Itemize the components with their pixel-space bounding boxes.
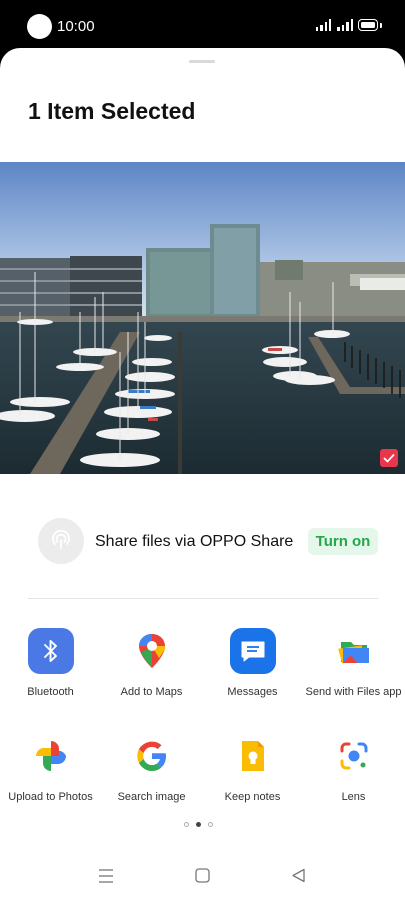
home-icon[interactable]: [195, 868, 210, 888]
oppo-share-icon: [38, 518, 84, 564]
battery-icon: [358, 19, 378, 31]
messages-icon: [229, 628, 276, 674]
signal-strength-icon: [337, 19, 353, 31]
page-dot-active[interactable]: [196, 822, 201, 827]
page-dot[interactable]: [208, 822, 213, 827]
oppo-share-row: Share files via OPPO Share Turn on: [0, 518, 405, 566]
turn-on-button[interactable]: Turn on: [308, 528, 378, 555]
lens-icon: [331, 733, 377, 779]
app-bluetooth[interactable]: Bluetooth: [0, 628, 101, 700]
navigation-bar: [0, 860, 405, 900]
app-send-with-files[interactable]: Send with Files app: [303, 628, 404, 700]
app-messages[interactable]: Messages: [202, 628, 303, 700]
app-upload-to-photos[interactable]: Upload to Photos: [0, 733, 101, 805]
page-indicator: [184, 822, 213, 827]
menu-icon[interactable]: [98, 868, 114, 889]
status-time: 10:00: [57, 18, 95, 35]
share-sheet: 1 Item Selected Share files via OPPO Sha…: [0, 48, 405, 902]
maps-icon: [129, 628, 175, 674]
drag-handle[interactable]: [189, 60, 215, 63]
selected-check-icon[interactable]: [380, 449, 398, 467]
app-add-to-maps[interactable]: Add to Maps: [101, 628, 202, 700]
page-dot[interactable]: [184, 822, 189, 827]
divider: [28, 598, 378, 599]
app-lens[interactable]: Lens: [303, 733, 404, 805]
app-keep-notes[interactable]: Keep notes: [202, 733, 303, 805]
status-bar: 10:00: [0, 0, 405, 52]
bluetooth-icon: [27, 628, 74, 674]
harbor-photo: [0, 162, 405, 474]
photos-icon: [28, 733, 74, 779]
signal-strength-icon: [315, 19, 332, 31]
page-title: 1 Item Selected: [28, 98, 196, 124]
selected-photo[interactable]: [0, 162, 405, 474]
files-icon: [331, 628, 377, 674]
keep-icon: [230, 733, 276, 779]
google-icon: [129, 733, 175, 779]
app-search-image[interactable]: Search image: [101, 733, 202, 805]
back-icon[interactable]: [291, 868, 306, 888]
camera-cutout: [27, 14, 52, 39]
signal-icons: [315, 19, 353, 31]
oppo-share-label: Share files via OPPO Share: [95, 533, 294, 550]
